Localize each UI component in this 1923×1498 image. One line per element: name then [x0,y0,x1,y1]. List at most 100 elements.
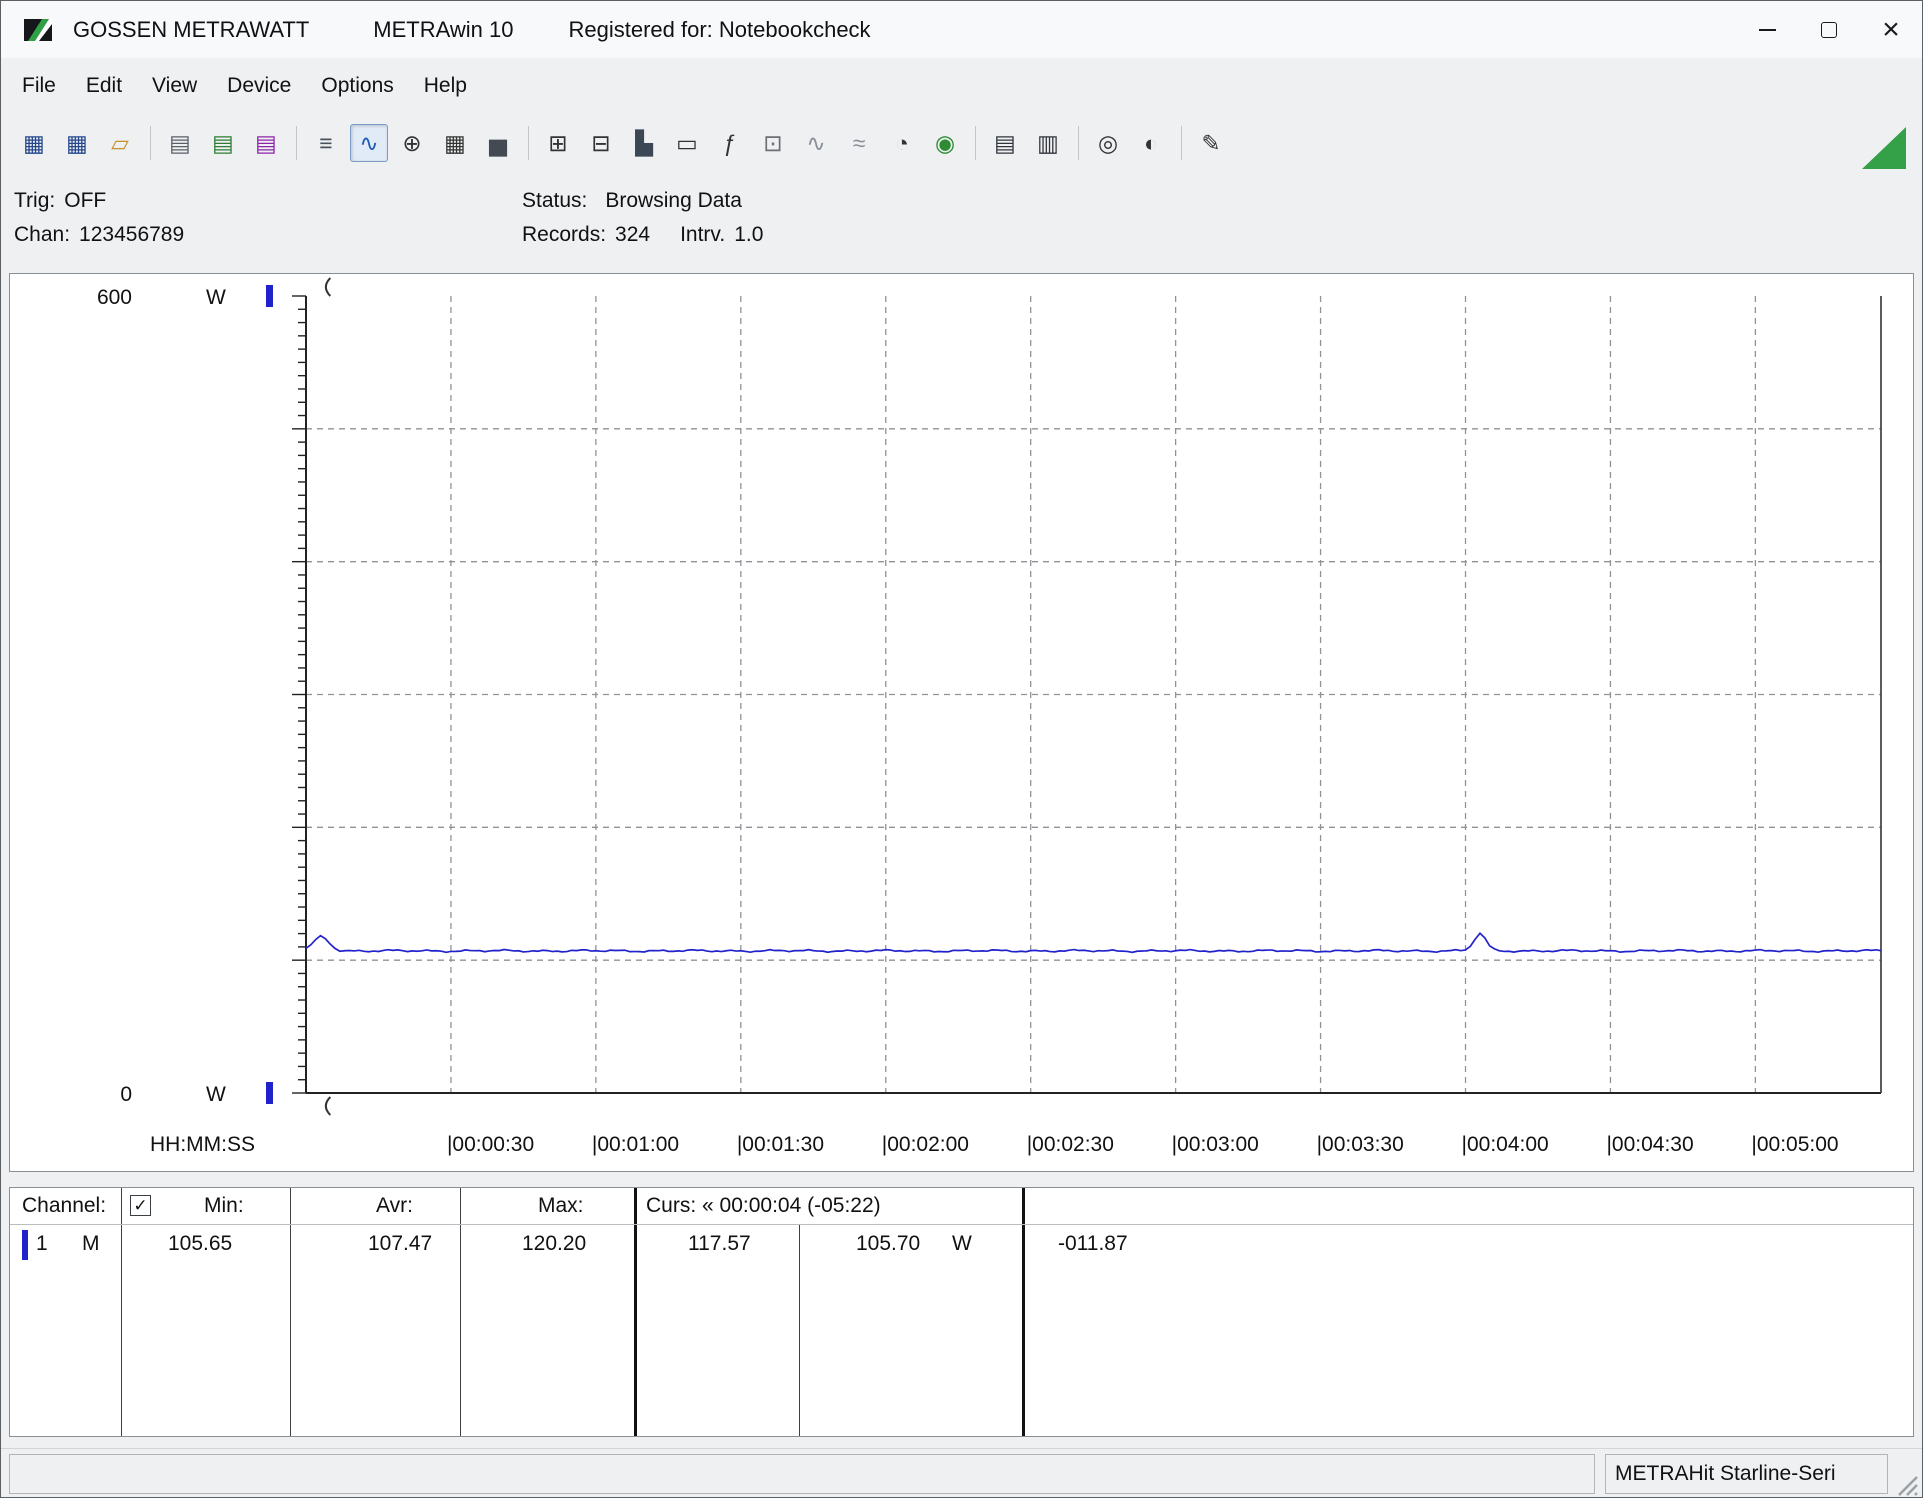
bar-graph-icon: ▅ [489,130,507,157]
app-subtitle: METRAwin 10 [373,17,513,43]
line-chart-button[interactable]: ∿ [350,124,388,162]
row-cursor-b-value: 105.70 [856,1232,920,1256]
monitor-icon: ▭ [676,130,698,157]
annotation-icon: ✎ [1201,130,1220,157]
window-controls: × [1736,1,1922,58]
table-column-divider [290,1188,291,1436]
zoom-vertical-icon: ◐ [1144,130,1158,157]
menu-item-device[interactable]: Device [212,66,306,106]
table-column-divider [1022,1188,1025,1436]
menu-item-options[interactable]: Options [306,66,408,106]
chart-plot[interactable]: |00:00:30|00:01:00|00:01:30|00:02:00|00:… [10,274,1913,1171]
x-tick-label: |00:05:00 [1751,1133,1838,1156]
minimize-button[interactable] [1736,1,1798,58]
channel-marker-bottom [266,1082,273,1104]
save-as-button[interactable]: ▦ [58,124,96,162]
menu-item-help[interactable]: Help [409,66,482,106]
export-clipboard-button[interactable]: ▤ [247,124,285,162]
bar-graph-button[interactable]: ▅ [479,124,517,162]
line-chart-icon: ∿ [359,130,378,157]
annotation-button[interactable]: ✎ [1192,124,1230,162]
registration-text: Registered for: Notebookcheck [569,17,871,43]
status-value: Browsing Data [605,189,742,212]
chan-line: Chan:123456789 [14,218,184,252]
function-icon: ƒ [724,130,737,157]
app-logo-icon [21,13,55,47]
trig-value: OFF [64,189,106,212]
x-tick-label: |00:03:00 [1172,1133,1259,1156]
chart-panel: |00:00:30|00:01:00|00:01:30|00:02:00|00:… [9,273,1914,1172]
menu-item-edit[interactable]: Edit [71,66,137,106]
status-line: Status: Browsing Data [522,184,763,218]
timer-icon: ◉ [935,130,955,157]
open-file-icon: ▱ [111,130,129,157]
toolbar: ▦▦▱▤▤▤≡∿⊕▦▅⊞⊟▙▭ƒ⊡∿≈◔◉▤▥◎◐✎ [1,113,1922,173]
resize-grip[interactable] [1892,1470,1920,1498]
maximize-icon [1821,22,1837,38]
table-view-button[interactable]: ▦ [436,124,474,162]
records-value: 324 [615,223,650,246]
x-tick-label: |00:01:30 [737,1133,824,1156]
meter-button[interactable]: ◔ [883,124,921,162]
menu-item-view[interactable]: View [137,66,212,106]
print-preview-icon: ▥ [1037,130,1059,157]
row-channel-number: 1 [36,1232,48,1256]
scale-settings-button[interactable]: ▙ [625,124,663,162]
print-button[interactable]: ▤ [986,124,1024,162]
channel-table: Channel: ✓ Min: Avr: Max: Curs: « 00:00:… [9,1187,1914,1437]
print-preview-button[interactable]: ▥ [1029,124,1067,162]
trigger-channel-info: Trig: OFF Chan:123456789 [14,184,184,252]
save-button[interactable]: ▦ [15,124,53,162]
zoom-horizontal-button[interactable]: ◎ [1089,124,1127,162]
expand-panel-button[interactable] [1862,127,1906,169]
table-column-divider [121,1188,122,1436]
toolbar-separator [1078,126,1079,160]
table-header-divider [10,1224,1913,1225]
export-table-button[interactable]: ▤ [204,124,242,162]
monitor-button[interactable]: ▭ [668,124,706,162]
crosshair-button[interactable]: ⊕ [393,124,431,162]
export-report-button[interactable]: ▤ [161,124,199,162]
row-cursor-a-value: 117.57 [688,1232,751,1256]
y-min-label: 0 [120,1083,132,1106]
save-as-icon: ▦ [66,130,88,157]
toolbar-separator [150,126,151,160]
x-tick-label: |00:01:00 [592,1133,679,1156]
series-line-channel-1 [306,933,1881,952]
print-icon: ▤ [994,130,1016,157]
table-column-divider [634,1188,637,1436]
function-button[interactable]: ƒ [711,124,749,162]
y-max-unit-label: W [206,286,226,309]
export-window-button[interactable]: ⊞ [539,124,577,162]
table-column-divider [460,1188,461,1436]
row-max-value: 120.20 [522,1232,586,1256]
header-cursor: Curs: « 00:00:04 (-05:22) [646,1194,881,1218]
calculator-button[interactable]: ⊡ [754,124,792,162]
zoom-vertical-button[interactable]: ◐ [1132,124,1170,162]
cursor-a-marker-top[interactable] [326,278,331,296]
cursor-a-marker-bottom[interactable] [326,1097,331,1115]
trig-label: Trig: [14,189,55,212]
records-label: Records: [522,223,606,246]
intrv-label: Intrv. [680,223,725,246]
row-channel-mode: M [82,1232,100,1256]
waveform-button[interactable]: ∿ [797,124,835,162]
save-icon: ▦ [23,130,45,157]
header-channel: Channel: [22,1194,106,1218]
numeric-display-button[interactable]: ≡ [307,124,345,162]
intrv-value: 1.0 [734,223,763,246]
menu-item-file[interactable]: File [7,66,71,106]
waveform-filled-button[interactable]: ≈ [840,124,878,162]
checkmark-icon: ✓ [133,1196,147,1216]
x-tick-label: |00:04:00 [1462,1133,1549,1156]
toolbar-separator [1181,126,1182,160]
import-window-button[interactable]: ⊟ [582,124,620,162]
open-file-button[interactable]: ▱ [101,124,139,162]
channel-visible-checkbox[interactable]: ✓ [130,1195,151,1216]
chan-value: 123456789 [79,223,184,246]
status-label: Status: [522,189,587,212]
maximize-button[interactable] [1798,1,1860,58]
timer-button[interactable]: ◉ [926,124,964,162]
close-button[interactable]: × [1860,1,1922,58]
x-axis-format-label: HH:MM:SS [150,1133,255,1156]
